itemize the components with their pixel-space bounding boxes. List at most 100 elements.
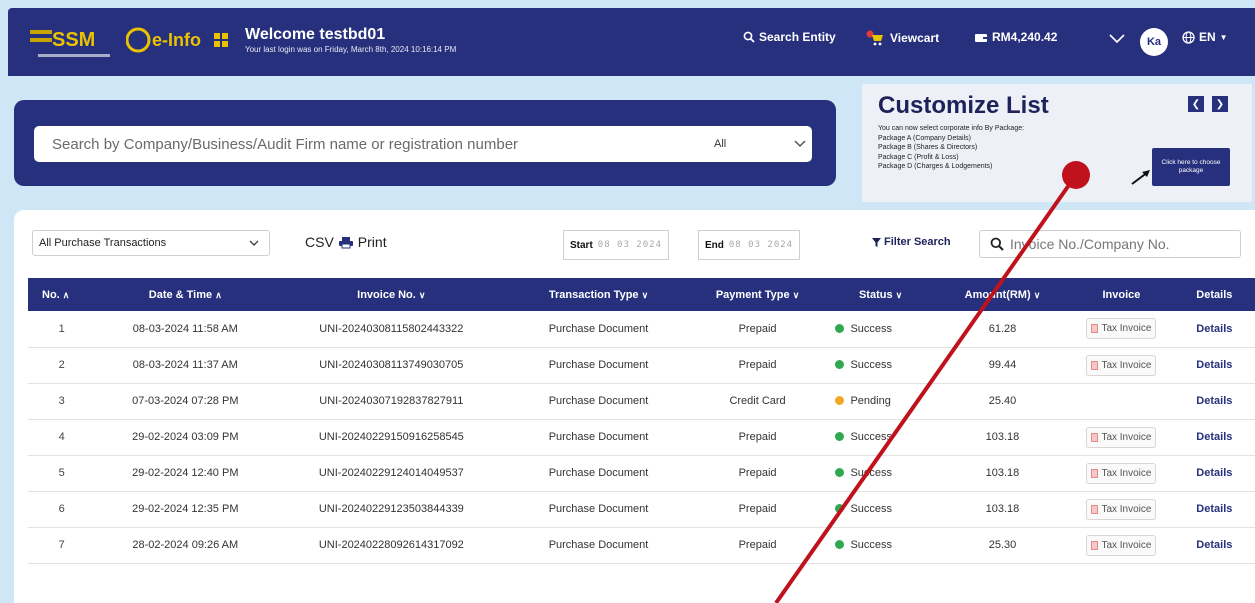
cell-no: 1	[58, 322, 65, 335]
ssm-logo-text: SSM	[52, 29, 95, 51]
table-row: 4 29-02-2024 03:09 PM UNI-2024022915091625…	[28, 419, 1255, 455]
chevron-down-icon[interactable]	[1108, 32, 1126, 44]
sort-up-icon: ∧	[215, 289, 222, 300]
cell-no: 4	[58, 431, 65, 443]
col-transaction-type[interactable]: Transaction Type ∨	[507, 278, 689, 311]
col-payment-type[interactable]: Payment Type ∨	[690, 278, 826, 311]
balance-display[interactable]: RM4,240.42	[974, 30, 1057, 44]
cell-invoice: Tax Invoice	[1069, 347, 1173, 383]
details-link[interactable]: Details	[1196, 323, 1232, 335]
search-box: All	[34, 126, 812, 162]
cell-invoice-no: UNI-20240229124014049537	[318, 467, 464, 479]
tax-invoice-label: Tax Invoice	[1101, 503, 1152, 515]
end-date-value: 08 03 2024	[728, 240, 794, 250]
caret-down-icon: ▼	[1219, 32, 1228, 42]
details-link[interactable]: Details	[1196, 431, 1232, 443]
cell-transaction-type: Purchase Document	[548, 467, 649, 479]
details-link[interactable]: Details	[1196, 359, 1232, 371]
cell-datetime: 07-03-2024 07:28 PM	[132, 395, 239, 407]
transaction-filter-select[interactable]: All Purchase Transactions	[32, 230, 270, 256]
table-row: 3 07-03-2024 07:28 PM UNI-2024030719283782…	[28, 383, 1255, 419]
table-row: 2 08-03-2024 11:37 AM UNI-2024030811374903…	[28, 347, 1255, 383]
status-dot-icon	[835, 396, 845, 405]
tax-invoice-button[interactable]: Tax Invoice	[1086, 534, 1157, 556]
cell-status: Success	[825, 347, 935, 383]
cell-amount: 103.18	[985, 431, 1020, 443]
cell-details: Details	[1174, 527, 1255, 563]
cell-invoice-no: UNI-20240308115802443322	[319, 322, 464, 335]
balance-amount: RM4,240.42	[992, 30, 1058, 44]
col-status[interactable]: Status ∨	[825, 278, 935, 311]
printer-icon[interactable]	[338, 236, 354, 249]
cell-payment-type: Credit Card	[729, 395, 786, 407]
details-link[interactable]: Details	[1196, 539, 1232, 551]
col-amount[interactable]: Amount(RM) ∨	[936, 278, 1069, 311]
details-link[interactable]: Details	[1196, 503, 1232, 515]
company-search-input[interactable]	[52, 135, 652, 153]
cell-datetime: 08-03-2024 11:37 AM	[132, 359, 238, 371]
start-date-label: Start	[570, 239, 593, 251]
chevron-down-icon	[249, 240, 259, 246]
language-selector[interactable]: EN ▼	[1182, 30, 1228, 44]
next-arrow-button[interactable]: ❯	[1212, 96, 1228, 112]
invoice-search-input[interactable]	[1010, 236, 1230, 252]
print-button[interactable]: Print	[358, 234, 387, 250]
col-datetime[interactable]: Date & Time ∧	[95, 278, 275, 311]
cell-invoice: Tax Invoice	[1069, 455, 1173, 491]
prev-arrow-button[interactable]: ❮	[1188, 96, 1204, 112]
viewcart-button[interactable]: Viewcart	[866, 30, 939, 46]
search-category-select[interactable]: All	[706, 126, 806, 162]
package-b: Package B (Shares & Directors)	[878, 144, 978, 151]
chevron-left-icon: ❮	[1191, 98, 1201, 110]
col-payment-type-label: Payment Type	[715, 288, 790, 301]
start-date-value: 08 03 2024	[597, 240, 662, 250]
cell-transaction-type: Purchase Document	[548, 431, 649, 443]
tax-invoice-button[interactable]: Tax Invoice	[1086, 462, 1157, 484]
tax-invoice-button[interactable]: Tax Invoice	[1086, 498, 1157, 520]
search-icon	[743, 31, 755, 43]
cell-no: 6	[58, 503, 65, 515]
einfo-logo[interactable]: e-Info	[125, 24, 238, 56]
filter-search-button[interactable]: Filter Search	[872, 236, 951, 248]
cell-invoice-no: UNI-20240229123503844339	[318, 503, 464, 515]
status-dot-icon	[835, 468, 845, 477]
pdf-icon	[1091, 324, 1099, 334]
cell-datetime: 29-02-2024 03:09 PM	[132, 431, 239, 443]
top-header: SSM e-Info Welcome testbd01 Your last lo…	[8, 8, 1255, 76]
cell-payment-type: Prepaid	[738, 539, 777, 551]
search-entity-button[interactable]: Search Entity	[743, 30, 836, 44]
col-no[interactable]: No. ∧	[28, 278, 95, 311]
cart-icon	[866, 30, 883, 46]
cell-amount: 61.28	[988, 322, 1017, 335]
tax-invoice-button[interactable]: Tax Invoice	[1086, 426, 1157, 448]
globe-icon	[1182, 30, 1195, 44]
details-link[interactable]: Details	[1196, 395, 1232, 407]
search-category-value: All	[714, 138, 727, 150]
ssm-logo[interactable]: SSM	[30, 22, 122, 64]
tax-invoice-button[interactable]: Tax Invoice	[1086, 318, 1157, 340]
table-row: 5 29-02-2024 12:40 PM UNI-2024022912401404…	[28, 455, 1255, 491]
cell-amount: 103.18	[985, 467, 1020, 479]
details-link[interactable]: Details	[1196, 467, 1232, 479]
tax-invoice-button[interactable]: Tax Invoice	[1086, 354, 1157, 376]
end-date-field[interactable]: End 08 03 2024	[698, 230, 801, 260]
csv-button[interactable]: CSV	[305, 234, 334, 250]
cell-invoice-no: UNI-20240307192837827911	[319, 395, 464, 407]
search-entity-label: Search Entity	[759, 30, 836, 44]
start-date-field[interactable]: Start 08 03 2024	[563, 230, 669, 260]
cell-details: Details	[1174, 491, 1255, 527]
cell-invoice: Tax Invoice	[1069, 311, 1173, 347]
choose-package-button[interactable]: Click here to choose package	[1152, 148, 1230, 186]
status-text: Pending	[850, 395, 891, 407]
transactions-table: No. ∧ Date & Time ∧ Invoice No. ∨ Transa…	[28, 278, 1255, 564]
export-group: CSV Print	[305, 234, 387, 250]
transaction-filter-value: All Purchase Transactions	[39, 237, 167, 249]
user-avatar[interactable]: Ka	[1140, 28, 1168, 56]
col-amount-label: Amount(RM)	[964, 288, 1031, 301]
cell-amount: 99.44	[988, 359, 1017, 371]
col-invoice-no[interactable]: Invoice No. ∨	[275, 278, 507, 311]
cell-invoice	[1069, 383, 1173, 419]
cell-transaction-type: Purchase Document	[548, 539, 649, 551]
sort-up-icon: ∧	[62, 289, 70, 300]
col-datetime-label: Date & Time	[148, 288, 213, 301]
